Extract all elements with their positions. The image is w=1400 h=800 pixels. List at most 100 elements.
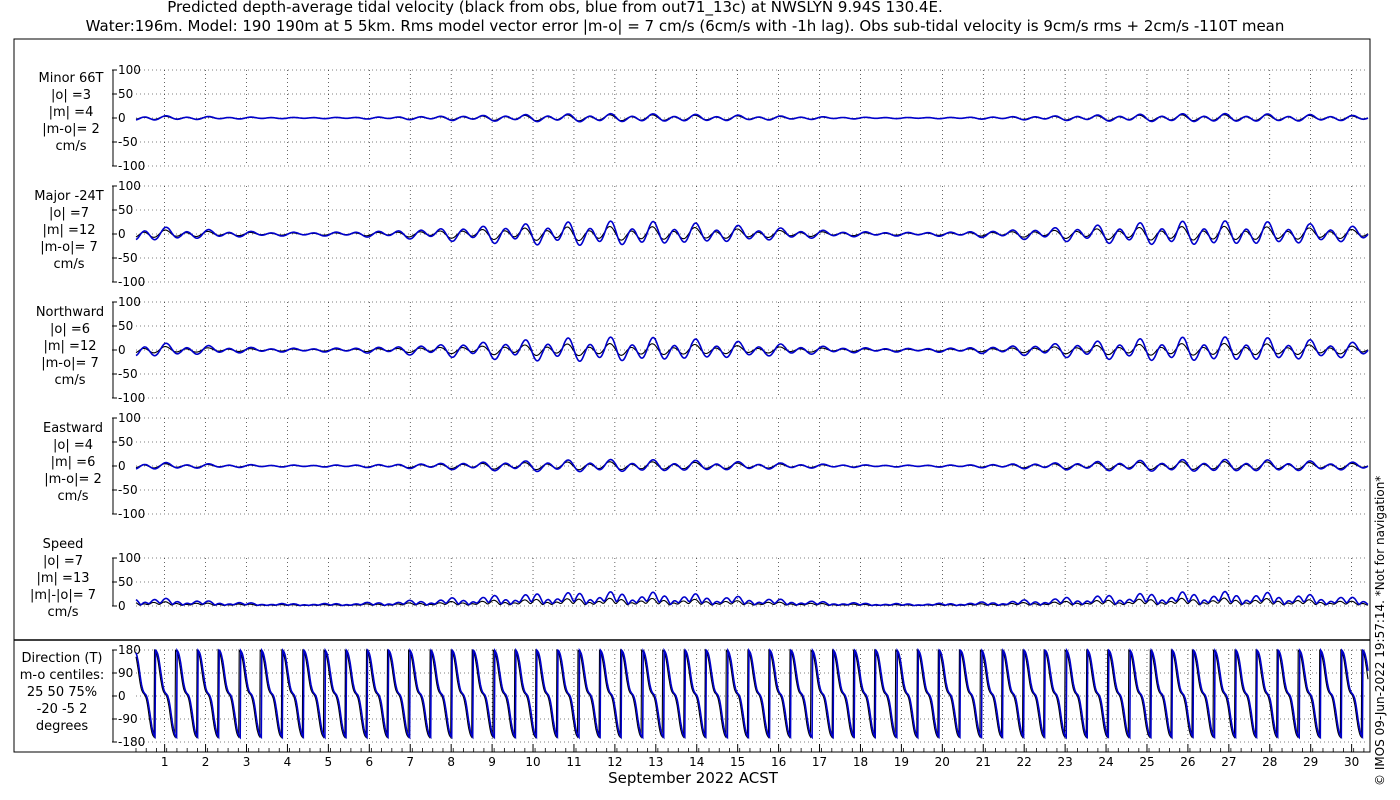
x-tick-label: 15 bbox=[730, 755, 745, 769]
series-obs-line bbox=[135, 225, 1369, 242]
panel-1: 100 50 0 -50 -100 Major -24T |o| =7 |m| =12 |m-o… bbox=[34, 179, 1369, 289]
panel-label-line: -20 -5 2 bbox=[37, 702, 88, 717]
panel-label-line: cm/s bbox=[58, 489, 89, 504]
x-tick-label: 18 bbox=[853, 755, 868, 769]
panel-label-line: Northward bbox=[36, 305, 104, 320]
series-obs-line bbox=[135, 461, 1369, 471]
panel-4: 100 50 0 Speed |o| =7 |m| =13 |m|-|o|= 7 cm/s bbox=[30, 537, 1369, 620]
y-tick-label: 0 bbox=[118, 227, 126, 241]
x-tick-label: 7 bbox=[406, 755, 414, 769]
series-model-line bbox=[135, 220, 1369, 246]
y-tick-label: 50 bbox=[118, 203, 133, 217]
x-tick-label: 19 bbox=[894, 755, 909, 769]
panel-label-line: cm/s bbox=[55, 373, 86, 388]
x-tick-label: 28 bbox=[1262, 755, 1277, 769]
y-tick-label: 50 bbox=[118, 319, 133, 333]
y-tick-label: 0 bbox=[118, 111, 126, 125]
x-tick-label: 21 bbox=[976, 755, 991, 769]
y-tick-label: -100 bbox=[118, 507, 145, 521]
x-tick-label: 6 bbox=[365, 755, 373, 769]
panel-stack: 100 50 0 -50 -100 Minor 66T |o| =3 |m| =4 |m-o|=… bbox=[20, 63, 1369, 749]
panel-label-line: |o| =4 bbox=[53, 438, 93, 453]
y-tick-label: 100 bbox=[118, 179, 141, 193]
x-tick-label: 4 bbox=[284, 755, 292, 769]
panel-label-line: |m| =6 bbox=[51, 455, 96, 470]
series-model-line bbox=[135, 458, 1369, 473]
panel-label-line: |o| =7 bbox=[43, 554, 83, 569]
panel-label-line: |o| =7 bbox=[49, 206, 89, 221]
y-tick-label: 90 bbox=[118, 666, 133, 680]
panel-label-line: |m| =13 bbox=[37, 571, 90, 586]
panel-2: 100 50 0 -50 -100 Northward |o| =6 |m| =12 |m-o|… bbox=[36, 295, 1369, 405]
panel-label-line: cm/s bbox=[56, 139, 87, 154]
x-tick-label: 10 bbox=[525, 755, 540, 769]
y-tick-label: 50 bbox=[118, 87, 133, 101]
x-tick-label: 3 bbox=[243, 755, 251, 769]
x-tick-label: 12 bbox=[607, 755, 622, 769]
panel-label-line: cm/s bbox=[54, 257, 85, 272]
panel-label-line: |m-o|= 2 bbox=[42, 122, 100, 137]
y-tick-label: -180 bbox=[118, 735, 145, 749]
panel-label-line: |o| =3 bbox=[51, 88, 91, 103]
x-tick-label: 20 bbox=[935, 755, 950, 769]
y-tick-label: 0 bbox=[118, 459, 126, 473]
y-tick-label: 100 bbox=[118, 295, 141, 309]
x-tick-label: 1 bbox=[161, 755, 169, 769]
y-tick-label: 0 bbox=[118, 343, 126, 357]
y-tick-label: 100 bbox=[118, 411, 141, 425]
x-tick-label: 24 bbox=[1098, 755, 1113, 769]
panel-label-line: Eastward bbox=[43, 421, 103, 436]
panel-label-line: |m| =12 bbox=[43, 223, 96, 238]
panel-3: 100 50 0 -50 -100 Eastward |o| =4 |m| =6 |m-o|= … bbox=[43, 411, 1369, 521]
y-tick-label: -100 bbox=[118, 391, 145, 405]
y-tick-label: -90 bbox=[118, 712, 138, 726]
panel-label-line: Speed bbox=[43, 537, 84, 552]
panel-label-line: |m| =12 bbox=[44, 339, 97, 354]
y-tick-label: 0 bbox=[118, 599, 126, 613]
panel-0: 100 50 0 -50 -100 Minor 66T |o| =3 |m| =4 |m-o|=… bbox=[39, 63, 1369, 173]
y-tick-label: -50 bbox=[118, 367, 138, 381]
x-tick-label: 26 bbox=[1180, 755, 1195, 769]
panel-label-line: |m-o|= 7 bbox=[41, 356, 99, 371]
series-model-line bbox=[135, 336, 1369, 362]
y-tick-label: 100 bbox=[118, 63, 141, 77]
y-tick-label: 100 bbox=[118, 551, 141, 565]
x-tick-label: 9 bbox=[488, 755, 496, 769]
y-tick-label: -100 bbox=[118, 159, 145, 173]
x-tick-label: 5 bbox=[325, 755, 333, 769]
panel-label-line: Direction (T) bbox=[22, 651, 103, 666]
x-tick-label: 11 bbox=[566, 755, 581, 769]
x-tick-label: 13 bbox=[648, 755, 663, 769]
figure-frame bbox=[13, 38, 1371, 753]
x-tick-label: 25 bbox=[1139, 755, 1154, 769]
panel-label-line: |o| =6 bbox=[50, 322, 90, 337]
x-axis: 1 2 3 4 5 6 7 8 9 10 11 12 13 14 15 16 17 18 19 20 21 22 23 24 2… bbox=[135, 744, 1368, 787]
x-tick-label: 29 bbox=[1303, 755, 1318, 769]
panel-label-line: m-o centiles: bbox=[20, 668, 105, 683]
x-axis-label: September 2022 ACST bbox=[608, 769, 779, 787]
panel-label-line: Major -24T bbox=[34, 189, 103, 204]
panel-label-line: Minor 66T bbox=[39, 71, 104, 86]
y-tick-label: -50 bbox=[118, 251, 138, 265]
panel-label-line: |m| =4 bbox=[49, 105, 94, 120]
x-tick-label: 2 bbox=[202, 755, 210, 769]
x-tick-label: 16 bbox=[771, 755, 786, 769]
tidal-velocity-figure: 100500-50-100Minor 66T|o| =3|m| =4|m-o|=… bbox=[13, 38, 1371, 787]
panel-label-line: degrees bbox=[36, 719, 89, 734]
y-tick-label: -50 bbox=[118, 483, 138, 497]
panel-label-line: |m|-|o|= 7 bbox=[30, 588, 96, 603]
panel-5: 180900-90-180Direction (T)m-o centiles:2… bbox=[20, 643, 1369, 749]
y-tick-label: 50 bbox=[118, 575, 133, 589]
y-tick-label: -100 bbox=[118, 275, 145, 289]
panel-label-line: |m-o|= 7 bbox=[40, 240, 98, 255]
x-tick-label: 30 bbox=[1344, 755, 1359, 769]
panel-label-line: |m-o|= 2 bbox=[44, 472, 102, 487]
x-tick-label: 22 bbox=[1017, 755, 1032, 769]
x-tick-label: 27 bbox=[1221, 755, 1236, 769]
x-tick-label: 14 bbox=[689, 755, 704, 769]
panel-label-line: 25 50 75% bbox=[27, 685, 97, 700]
series-model-line bbox=[135, 647, 1369, 740]
y-tick-label: -50 bbox=[118, 135, 138, 149]
x-tick-label: 17 bbox=[812, 755, 827, 769]
x-tick-label: 8 bbox=[447, 755, 455, 769]
